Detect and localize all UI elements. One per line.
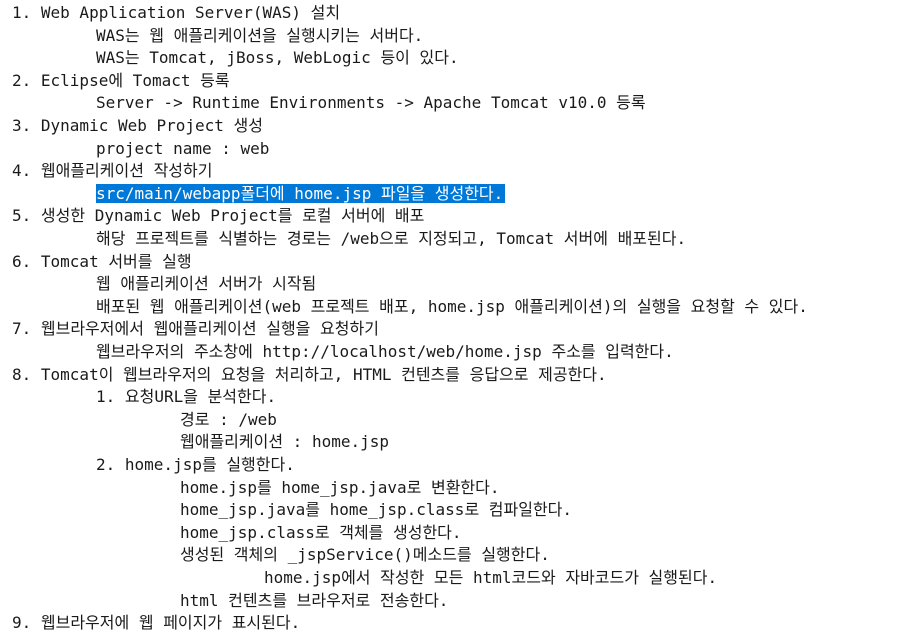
text-line: 6. Tomcat 서버를 실행: [12, 251, 192, 273]
line-text: 2. home.jsp를 실행한다.: [96, 455, 295, 474]
line-text: 해당 프로젝트를 식별하는 경로는 /web으로 지정되고, Tomcat 서버…: [96, 229, 687, 248]
line-text: 4. 웹애플리케이션 작성하기: [12, 161, 213, 181]
text-line: 8. Tomcat이 웹브라우저의 요청을 처리하고, HTML 컨텐츠를 응답…: [12, 364, 607, 386]
text-line: WAS는 Tomcat, jBoss, WebLogic 등이 있다.: [96, 47, 459, 69]
text-line: 2. Eclipse에 Tomact 등록: [12, 70, 230, 92]
line-text: 2. Eclipse에 Tomact 등록: [12, 70, 230, 90]
line-text: 웹 애플리케이션 서버가 시작됨: [96, 274, 317, 294]
text-line: 3. Dynamic Web Project 생성: [12, 115, 263, 137]
line-text: project name : web: [96, 138, 270, 158]
line-text: 생성된 객체의 _jspService()메소드를 실행한다.: [180, 545, 550, 565]
text-line: 7. 웹브라우저에서 웹애플리케이션 실행을 요청하기: [12, 318, 379, 340]
line-text: 8. Tomcat이 웹브라우저의 요청을 처리하고, HTML 컨텐츠를 응답…: [12, 364, 607, 384]
line-text: home.jsp에서 작성한 모든 html코드와 자바코드가 실행된다.: [264, 568, 718, 587]
text-line: 웹 애플리케이션 서버가 시작됨: [96, 273, 316, 295]
line-text: 1. 요청URL을 분석한다.: [96, 387, 277, 407]
text-line: WAS는 웹 애플리케이션을 실행시키는 서버다.: [96, 25, 423, 47]
text-line: home.jsp에서 작성한 모든 html코드와 자바코드가 실행된다.: [264, 567, 717, 589]
line-text: home.jsp를 home_jsp.java로 변환한다.: [180, 477, 500, 497]
text-line: 경로 : /web: [180, 409, 277, 431]
line-text: home_jsp.java를 home_jsp.class로 컴파일한다.: [180, 500, 573, 520]
text-line: project name : web: [96, 138, 269, 160]
text-line: 해당 프로젝트를 식별하는 경로는 /web으로 지정되고, Tomcat 서버…: [96, 228, 686, 250]
text-line: 9. 웹브라우저에 웹 페이지가 표시된다.: [12, 612, 300, 634]
text-line: home_jsp.class로 객체를 생성한다.: [180, 522, 462, 544]
text-line: 생성된 객체의 _jspService()메소드를 실행한다.: [180, 544, 550, 566]
line-text: 웹브라우저의 주소창에 http://localhost/web/home.js…: [96, 342, 674, 361]
line-text: 1. Web Application Server(WAS) 설치: [12, 3, 341, 22]
line-text: home_jsp.class로 객체를 생성한다.: [180, 522, 462, 542]
line-text: WAS는 웹 애플리케이션을 실행시키는 서버다.: [96, 25, 424, 45]
line-text: Server -> Runtime Environments -> Apache…: [96, 93, 646, 113]
line-text: 5. 생성한 Dynamic Web Project를 로컬 서버에 배포: [12, 206, 425, 226]
text-line: Server -> Runtime Environments -> Apache…: [96, 92, 646, 114]
selected-text: src/main/webapp폴더에 home.jsp 파일을 생성한다.: [96, 183, 506, 203]
line-text: 7. 웹브라우저에서 웹애플리케이션 실행을 요청하기: [12, 319, 379, 339]
line-text: WAS는 Tomcat, jBoss, WebLogic 등이 있다.: [96, 48, 459, 68]
text-line: 배포된 웹 애플리케이션(web 프로젝트 배포, home.jsp 애플리케이…: [96, 296, 808, 318]
line-text: 9. 웹브라우저에 웹 페이지가 표시된다.: [12, 613, 301, 633]
line-text: 배포된 웹 애플리케이션(web 프로젝트 배포, home.jsp 애플리케이…: [96, 296, 808, 316]
text-line: home_jsp.java를 home_jsp.class로 컴파일한다.: [180, 499, 572, 521]
text-line: 5. 생성한 Dynamic Web Project를 로컬 서버에 배포: [12, 205, 424, 227]
line-text: 6. Tomcat 서버를 실행: [12, 251, 192, 271]
line-text: 경로 : /web: [180, 409, 277, 429]
text-line: 4. 웹애플리케이션 작성하기: [12, 160, 212, 182]
text-line: src/main/webapp폴더에 home.jsp 파일을 생성한다.: [96, 183, 506, 205]
text-line: 1. Web Application Server(WAS) 설치: [12, 2, 340, 24]
line-text: 웹애플리케이션 : home.jsp: [180, 432, 390, 452]
text-line: 웹브라우저의 주소창에 http://localhost/web/home.js…: [96, 341, 674, 363]
text-line: html 컨텐츠를 브라우저로 전송한다.: [180, 590, 448, 612]
text-line: 웹애플리케이션 : home.jsp: [180, 431, 389, 453]
text-line: 1. 요청URL을 분석한다.: [96, 386, 276, 408]
text-line: home.jsp를 home_jsp.java로 변환한다.: [180, 477, 500, 499]
line-text: 3. Dynamic Web Project 생성: [12, 116, 263, 135]
text-editor-area[interactable]: 1. Web Application Server(WAS) 설치 WAS는 웹 …: [0, 0, 901, 642]
text-line: 2. home.jsp를 실행한다.: [96, 454, 295, 476]
line-text: html 컨텐츠를 브라우저로 전송한다.: [180, 590, 449, 610]
